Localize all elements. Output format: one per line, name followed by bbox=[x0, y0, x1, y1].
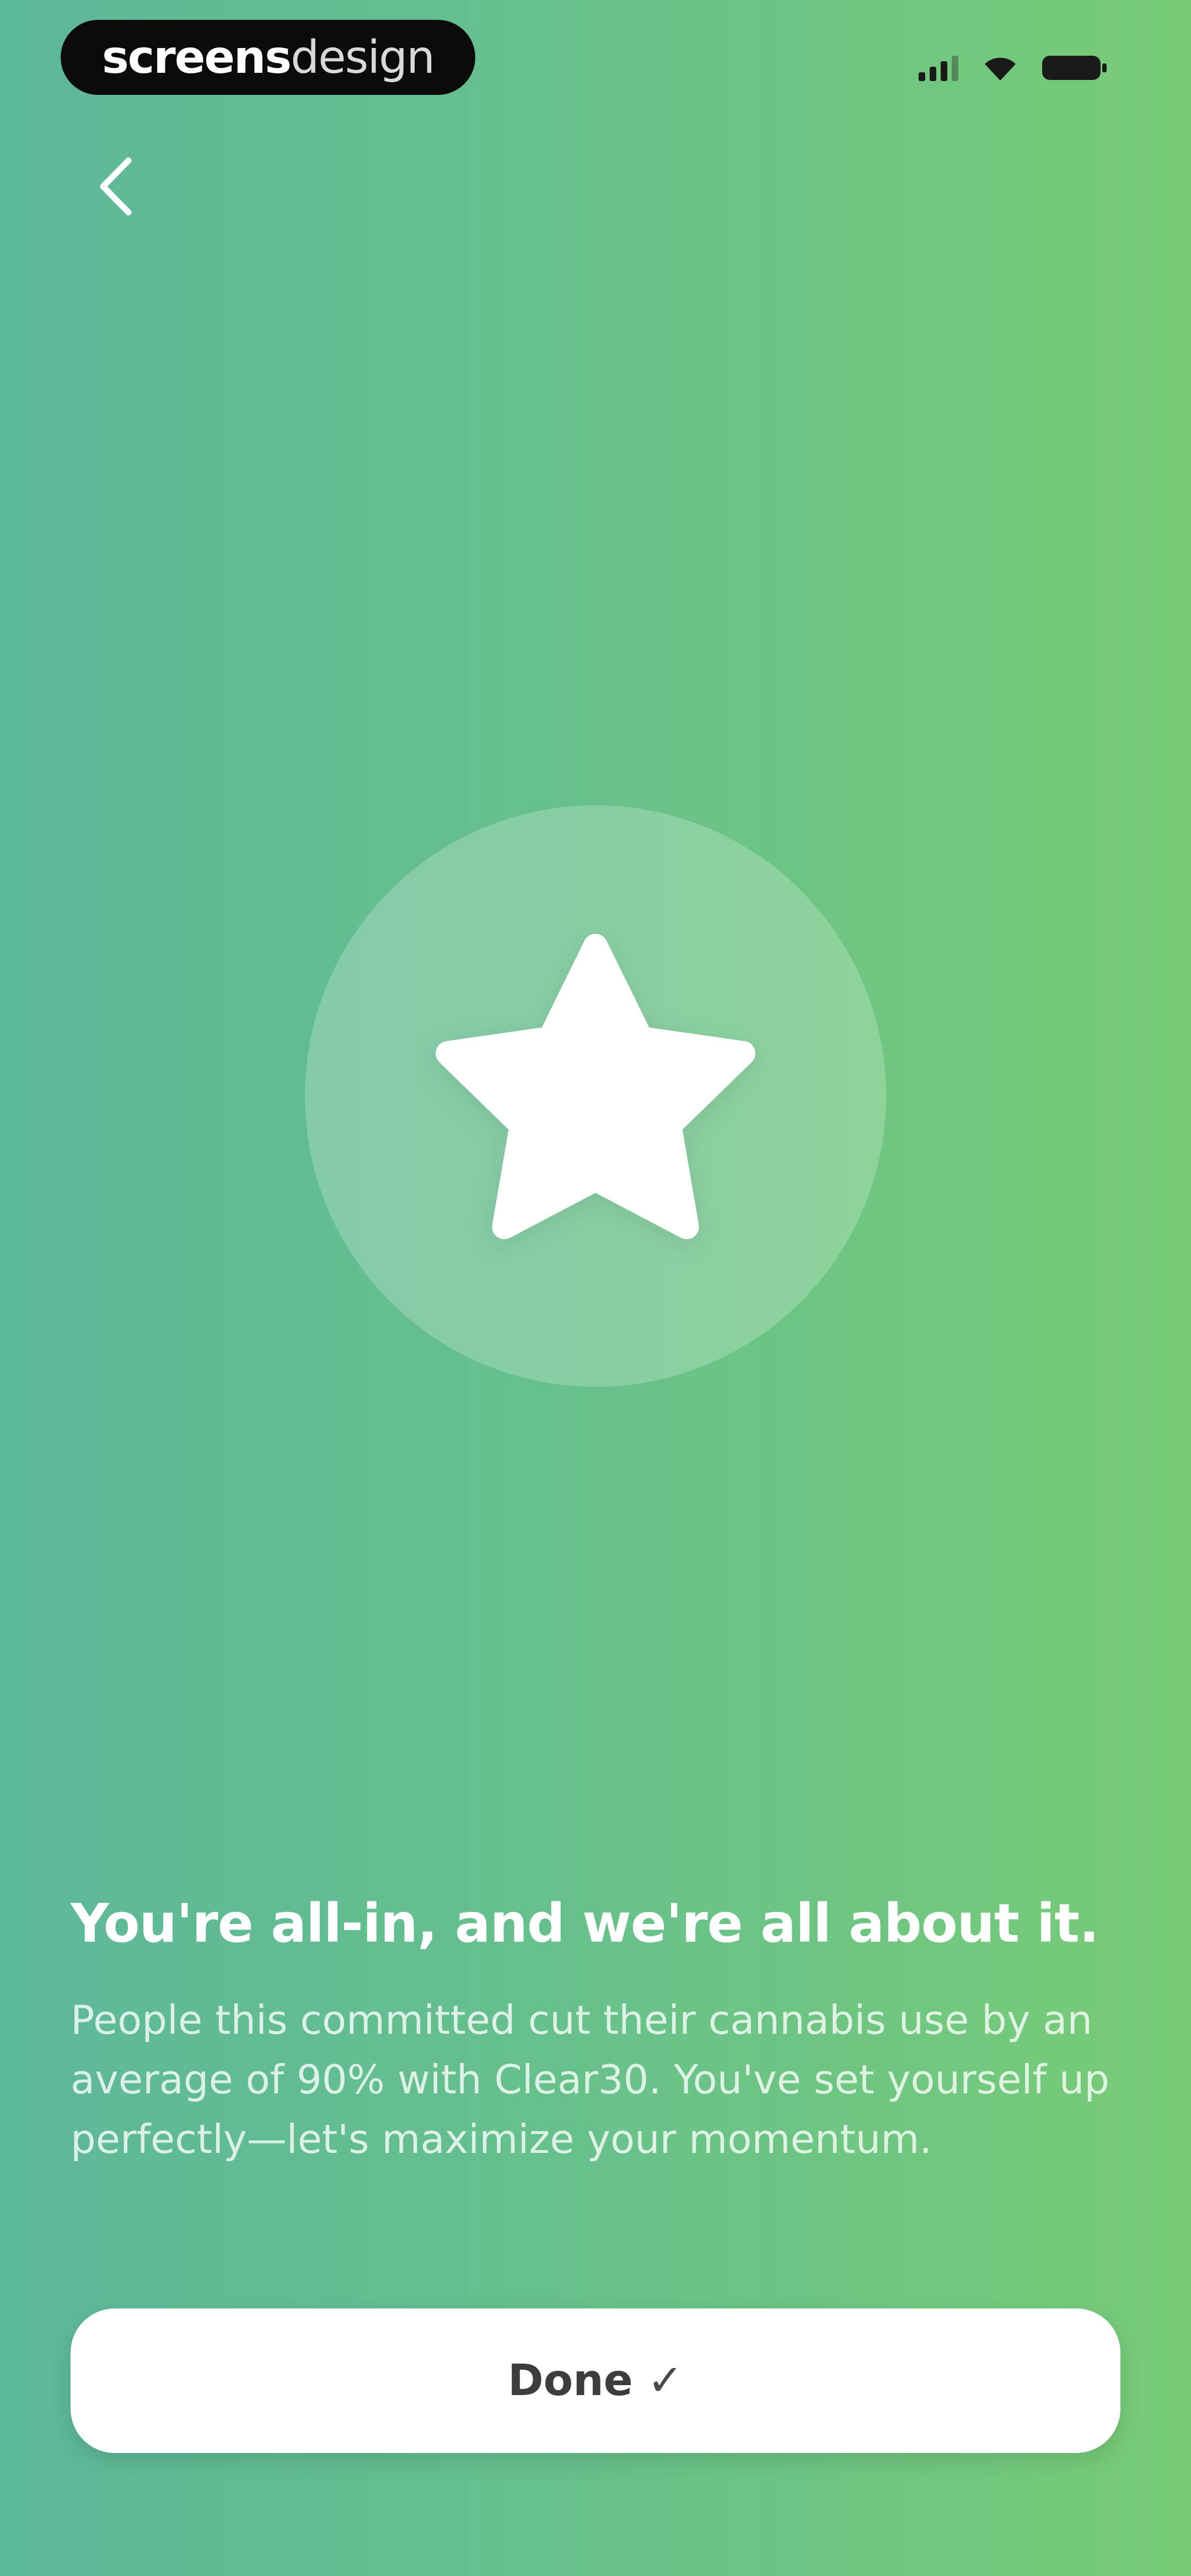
star-badge bbox=[305, 805, 886, 1387]
headline: You're all-in, and we're all about it. bbox=[71, 1893, 1099, 1954]
chevron-left-icon bbox=[96, 156, 135, 219]
star-icon bbox=[419, 925, 772, 1267]
confirmation-screen: screens design You're all-in, and we're … bbox=[0, 0, 1191, 2576]
brand-bold-text: screens bbox=[101, 31, 292, 84]
done-button[interactable]: Done ✓ bbox=[71, 2308, 1120, 2453]
status-icons bbox=[919, 49, 1108, 87]
status-bar: screens design bbox=[0, 0, 1191, 110]
brand-watermark: screens design bbox=[61, 20, 475, 95]
battery-icon bbox=[1042, 54, 1108, 82]
done-label: Done bbox=[507, 2356, 633, 2406]
body-text: People this committed cut their cannabis… bbox=[71, 1997, 1110, 2162]
brand-light-text: design bbox=[291, 31, 435, 84]
wifi-icon bbox=[983, 54, 1018, 82]
signal-icon bbox=[919, 55, 958, 81]
check-icon: ✓ bbox=[647, 2356, 684, 2406]
back-button[interactable] bbox=[83, 149, 149, 226]
